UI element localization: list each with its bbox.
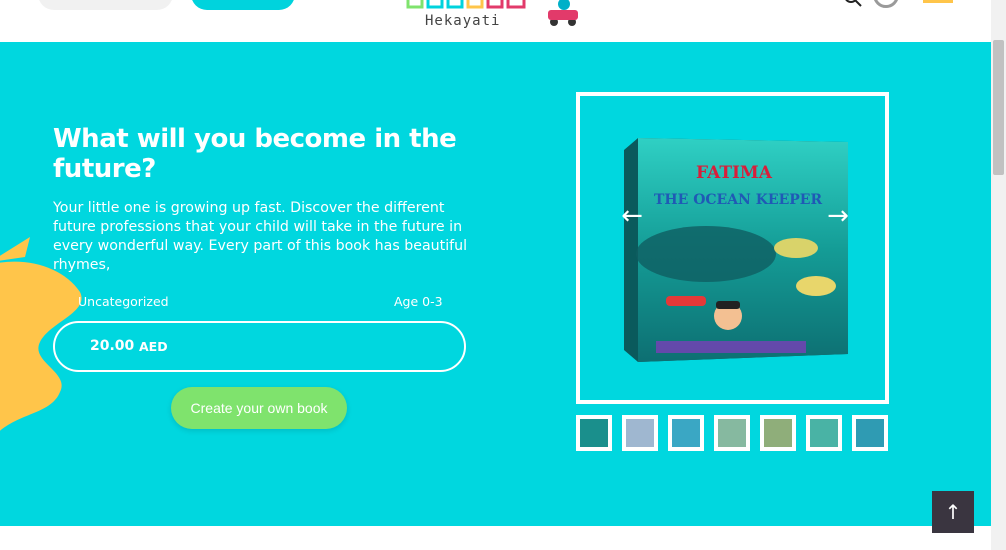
product-hero: What will you become in the future? Your…: [0, 42, 991, 526]
gallery-next-arrow-icon[interactable]: →: [824, 202, 852, 230]
product-gallery[interactable]: FATIMA THE OCEAN KEEPER ← →: [576, 92, 889, 404]
price-display: 20.00 AED: [53, 321, 466, 372]
thumbnail-2[interactable]: [622, 415, 658, 451]
user-account-icon[interactable]: [873, 0, 899, 8]
product-title: What will you become in the future?: [53, 124, 457, 184]
thumbnail-6[interactable]: [806, 415, 842, 451]
book-title-line1: FATIMA: [696, 163, 773, 183]
header-cta-button[interactable]: [191, 0, 295, 10]
price-currency: AED: [139, 339, 168, 354]
site-header: Hekayati: [0, 0, 991, 42]
product-category[interactable]: Uncategorized: [78, 294, 169, 309]
product-description: Your little one is growing up fast. Disc…: [53, 200, 468, 273]
thumbnail-5[interactable]: [760, 415, 796, 451]
logo-wordmark: Hekayati: [425, 13, 501, 29]
product-age-range: Age 0-3: [394, 294, 443, 309]
create-book-button[interactable]: Create your own book: [171, 387, 347, 429]
thumbnail-7[interactable]: [852, 415, 888, 451]
menu-icon[interactable]: [923, 0, 953, 3]
thumbnail-1[interactable]: [576, 415, 612, 451]
gallery-prev-arrow-icon[interactable]: ←: [618, 202, 646, 230]
price-amount: 20.00: [90, 338, 135, 354]
page-content-below: [0, 526, 991, 550]
gallery-thumbnails: [576, 415, 896, 451]
thumbnail-3[interactable]: [668, 415, 704, 451]
header-search-field[interactable]: [38, 0, 173, 10]
page-scrollbar[interactable]: [991, 0, 1006, 550]
search-icon[interactable]: [843, 0, 863, 8]
book-title-line2: THE OCEAN KEEPER: [654, 192, 822, 208]
thumbnail-4[interactable]: [714, 415, 750, 451]
scroll-to-top-button[interactable]: ↑: [932, 491, 974, 533]
book-cover-image: FATIMA THE OCEAN KEEPER: [624, 138, 848, 362]
scrollbar-thumb[interactable]: [993, 40, 1004, 175]
